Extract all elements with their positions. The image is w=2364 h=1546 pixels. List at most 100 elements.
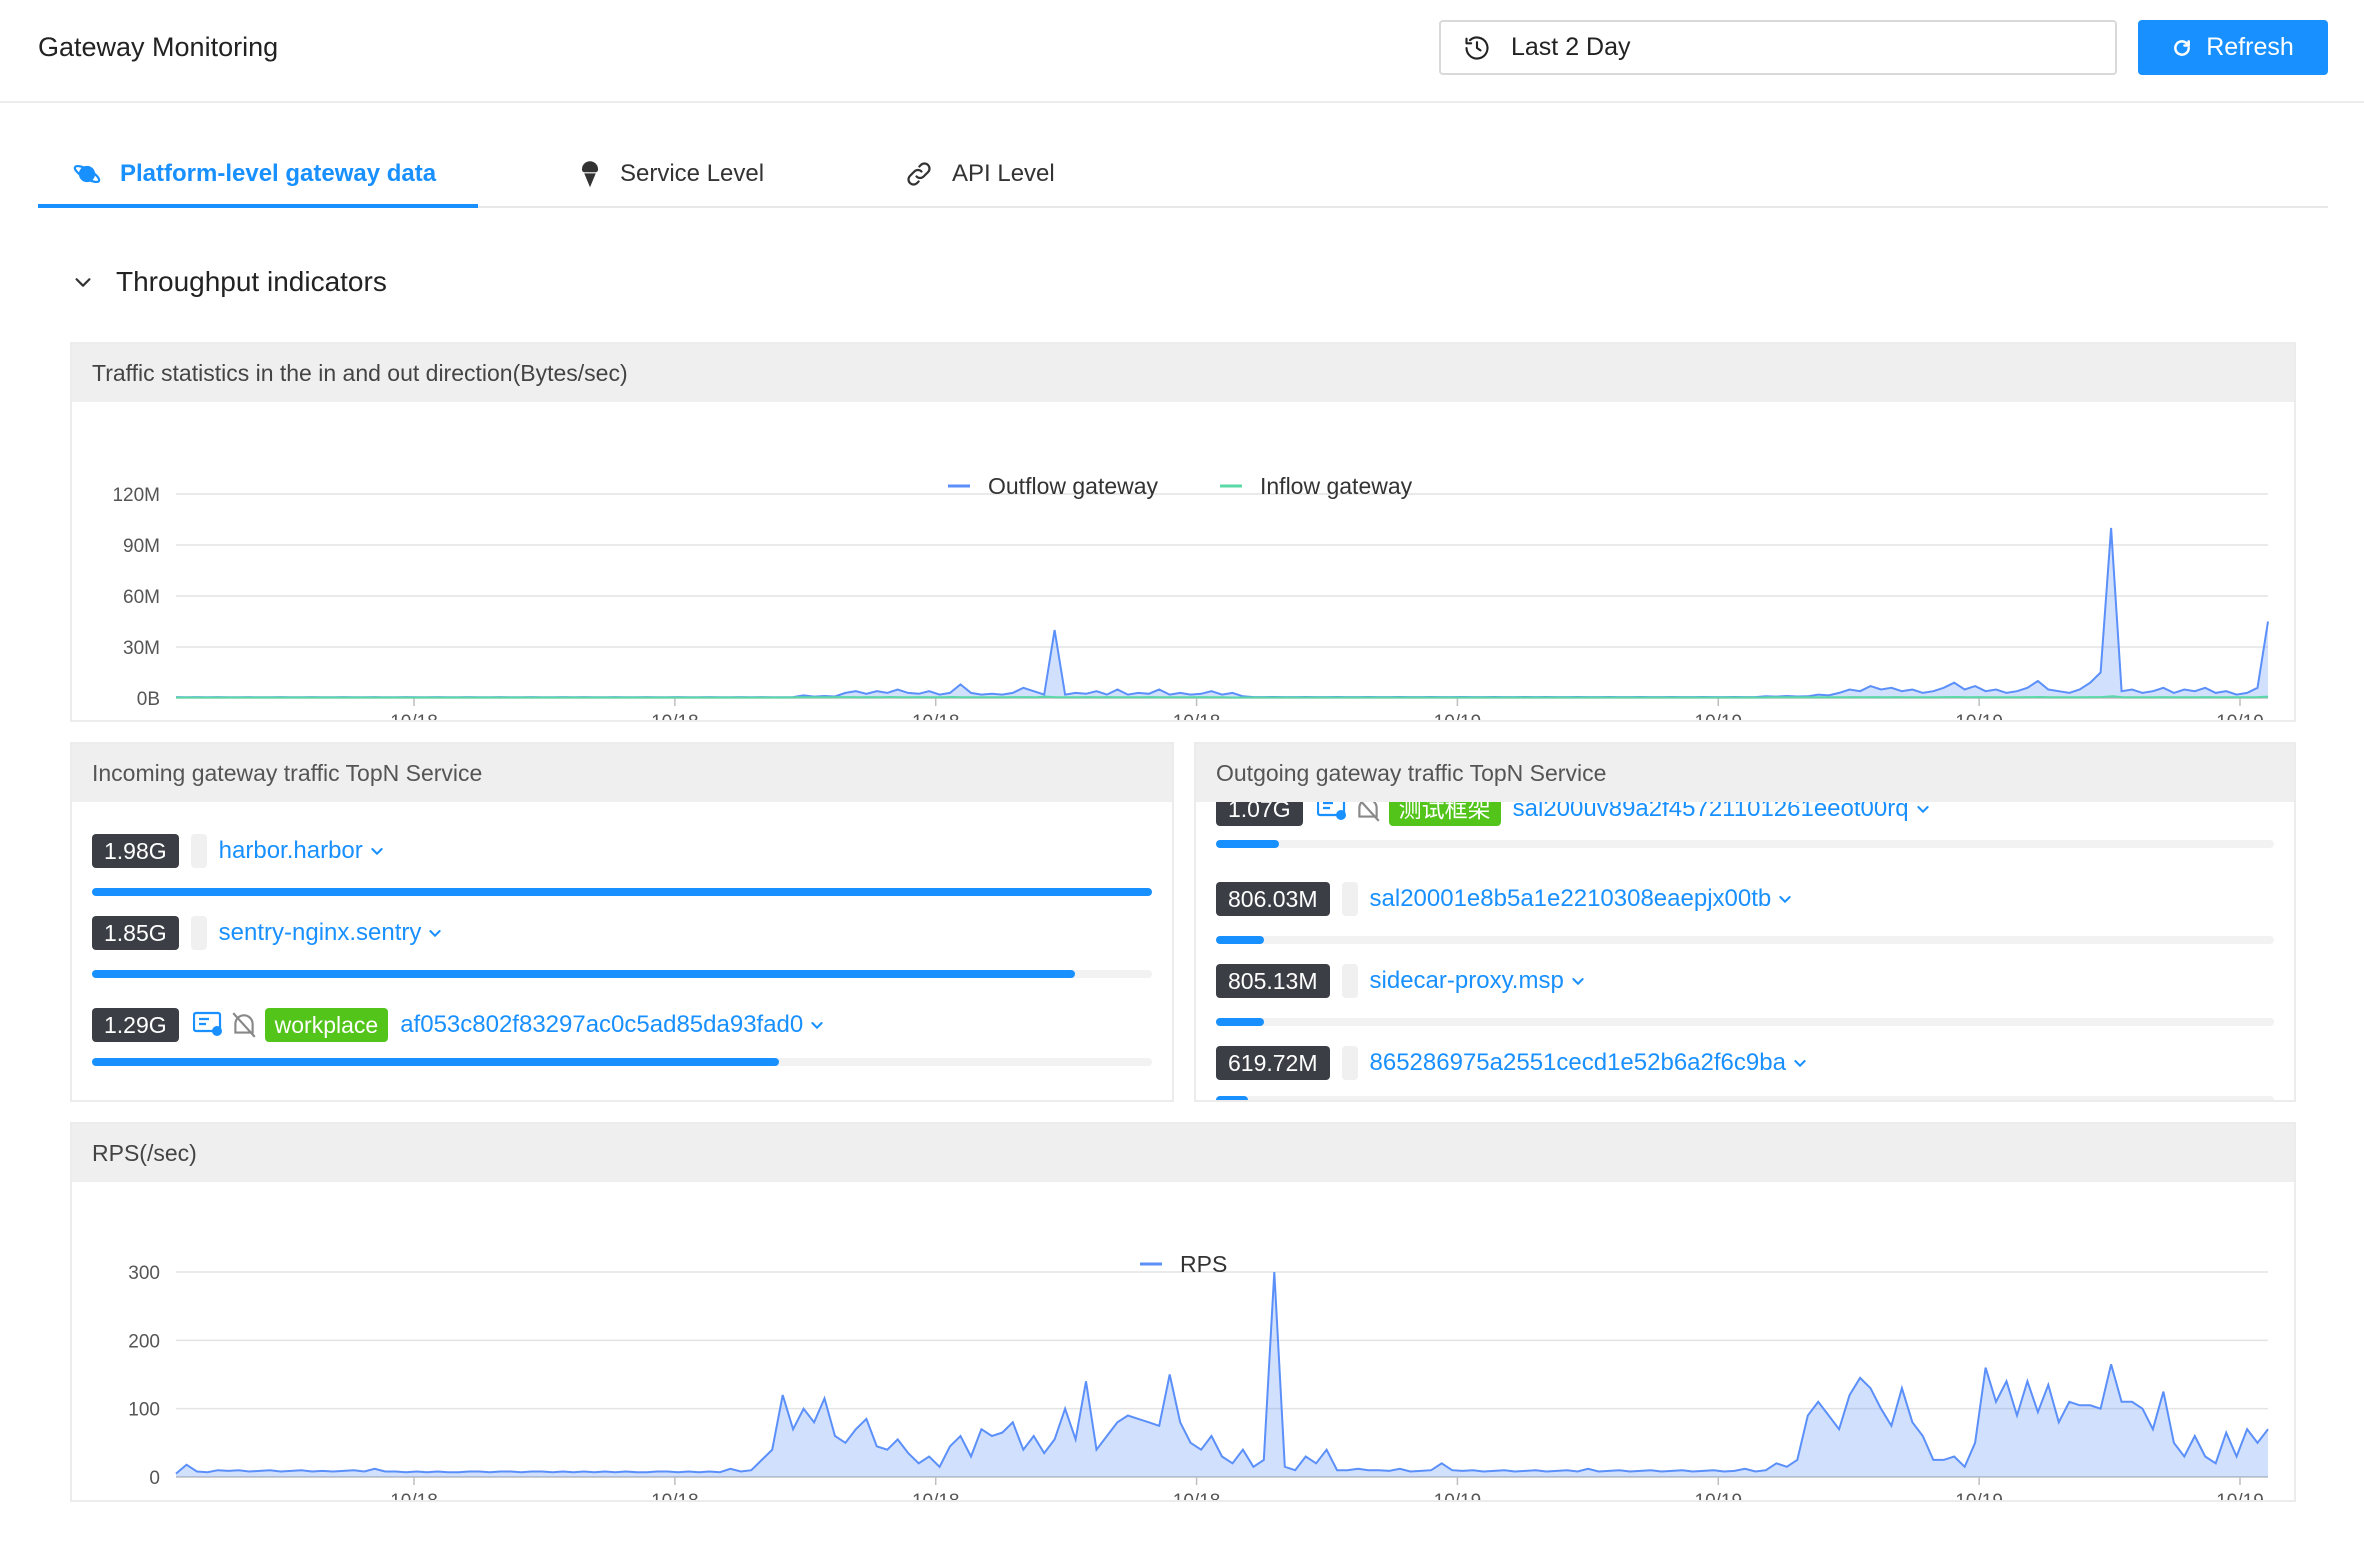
- service-name-link[interactable]: af053c802f83297ac0c5ad85da93fad0: [400, 1011, 803, 1039]
- outgoing-topn-list[interactable]: 1.07G 测试框架 sal200uv89a2f45721101261eeot0…: [1196, 802, 2294, 1100]
- x-tick-date: 10/19: [2216, 712, 2264, 722]
- traffic-bar-fill: [1216, 936, 1264, 944]
- x-tick-date: 10/19: [1955, 712, 2003, 722]
- traffic-bar-fill: [92, 970, 1075, 978]
- x-tick-date: 10/19: [1695, 1491, 1743, 1502]
- outgoing-panel-title: Outgoing gateway traffic TopN Service: [1196, 744, 2294, 802]
- chevron-down-icon[interactable]: [369, 843, 385, 859]
- incoming-topn-list: 1.98G harbor.harbor 1.85G sentry-nginx.s…: [72, 802, 1172, 1100]
- service-name-link[interactable]: sentry-nginx.sentry: [219, 919, 422, 947]
- rps-panel-title: RPS(/sec): [72, 1124, 2294, 1182]
- chevron-down-icon[interactable]: [1915, 802, 1931, 817]
- service-card-icon: [1316, 802, 1346, 820]
- x-tick-date: 10/18: [651, 1491, 699, 1502]
- x-tick-date: 10/18: [912, 712, 960, 722]
- chevron-down-icon: [75, 278, 91, 287]
- tab-service-level[interactable]: Service Level: [578, 140, 764, 208]
- outgoing-item-0: 1.07G 测试框架 sal200uv89a2f45721101261eeot0…: [1216, 802, 2274, 872]
- tab-api-level-label: API Level: [952, 160, 1055, 187]
- traffic-value-badge: 1.85G: [92, 916, 179, 950]
- traffic-value-badge: 1.29G: [92, 1008, 179, 1042]
- traffic-panel: Traffic statistics in the in and out dir…: [70, 342, 2296, 722]
- traffic-value-badge: 619.72M: [1216, 1046, 1330, 1080]
- outgoing-topn-panel: Outgoing gateway traffic TopN Service 1.…: [1194, 742, 2296, 1102]
- x-tick-date: 10/18: [1173, 712, 1221, 722]
- incoming-item-0: 1.98G harbor.harbor: [92, 832, 1152, 914]
- section-title: Throughput indicators: [116, 266, 387, 297]
- series-line: [175, 527, 2269, 699]
- refresh-icon: [2174, 39, 2191, 56]
- chevron-down-icon[interactable]: [1570, 973, 1586, 989]
- time-range-label: Last 2 Day: [1511, 33, 1631, 61]
- service-label-placeholder: [1341, 1046, 1358, 1080]
- traffic-bar-fill: [1216, 1096, 1248, 1100]
- service-name-link[interactable]: harbor.harbor: [219, 837, 363, 865]
- incoming-item-2-line: 1.29G workplace af053c802f83297ac0c5ad85…: [92, 1006, 825, 1044]
- traffic-chart-svg: 0B30M60M90M120M10/1802:0010/1808:0010/18…: [112, 473, 2269, 722]
- rps-chart: 010020030010/1802:0010/1808:0010/1814:00…: [72, 1182, 2294, 1502]
- outgoing-item-3-line: 619.72M 865286975a2551cecd1e52b6a2f6c9ba: [1216, 1044, 1808, 1082]
- traffic-panel-title: Traffic statistics in the in and out dir…: [72, 344, 2294, 402]
- service-label-placeholder: [190, 916, 207, 950]
- outgoing-item-3: 619.72M 865286975a2551cecd1e52b6a2f6c9ba: [1216, 1044, 2274, 1100]
- page-header: Gateway Monitoring Last 2 Day Refresh: [0, 0, 2364, 103]
- legend-label: Outflow gateway: [988, 473, 1159, 499]
- traffic-bar-track: [92, 970, 1152, 978]
- outgoing-item-0-line: 1.07G 测试框架 sal200uv89a2f45721101261eeot0…: [1216, 802, 1931, 828]
- level-tabs: Platform-level gateway data Service Leve…: [38, 140, 2328, 208]
- y-tick-label: 0: [149, 1468, 160, 1489]
- x-tick-date: 10/18: [1173, 1491, 1221, 1502]
- x-tick-date: 10/19: [1955, 1491, 2003, 1502]
- outgoing-item-1-line: 806.03M sal20001e8b5a1e2210308eaepjx00tb: [1216, 880, 1793, 918]
- incoming-item-0-line: 1.98G harbor.harbor: [92, 832, 385, 870]
- link-icon: [907, 162, 931, 186]
- traffic-value-badge: 805.13M: [1216, 964, 1330, 998]
- service-label-placeholder: [1341, 964, 1358, 998]
- service-name-link[interactable]: sal200uv89a2f45721101261eeot00rq: [1513, 802, 1909, 823]
- chevron-down-icon[interactable]: [1792, 1055, 1808, 1071]
- rps-panel: RPS(/sec) 010020030010/1802:0010/1808:00…: [70, 1122, 2296, 1502]
- traffic-bar-fill: [92, 888, 1152, 896]
- chevron-down-icon[interactable]: [1777, 891, 1793, 907]
- page-title: Gateway Monitoring: [38, 32, 279, 62]
- service-label-placeholder: [1341, 882, 1358, 916]
- y-tick-label: 300: [128, 1263, 160, 1284]
- incoming-item-1-line: 1.85G sentry-nginx.sentry: [92, 914, 443, 952]
- traffic-bar-track: [1216, 1096, 2274, 1100]
- service-label-placeholder: [190, 834, 207, 868]
- legend-label: RPS: [1180, 1251, 1227, 1277]
- throughput-section-toggle[interactable]: Throughput indicators: [72, 266, 387, 298]
- y-tick-label: 60M: [123, 587, 160, 608]
- rps-chart-svg: 010020030010/1802:0010/1808:0010/1814:00…: [128, 1251, 2269, 1502]
- ice-cream-icon: [581, 161, 599, 188]
- service-name-link[interactable]: sal20001e8b5a1e2210308eaepjx00tb: [1370, 885, 1772, 913]
- x-tick-date: 10/19: [2216, 1491, 2264, 1502]
- series-area: [176, 1272, 2268, 1477]
- tab-platform-level[interactable]: Platform-level gateway data: [72, 140, 436, 208]
- service-name-link[interactable]: 865286975a2551cecd1e52b6a2f6c9ba: [1370, 1049, 1786, 1077]
- traffic-bar-track: [92, 888, 1152, 896]
- tab-api-level[interactable]: API Level: [904, 140, 1055, 208]
- traffic-bar-fill: [1216, 1018, 1264, 1026]
- x-tick-date: 10/19: [1695, 712, 1743, 722]
- service-tag: 测试框架: [1388, 802, 1501, 826]
- incoming-item-1: 1.85G sentry-nginx.sentry: [92, 914, 1152, 996]
- traffic-bar-track: [1216, 936, 2274, 944]
- service-card-icon: [192, 1011, 222, 1036]
- outgoing-item-2: 805.13M sidecar-proxy.msp: [1216, 962, 2274, 1044]
- traffic-chart: 0B30M60M90M120M10/1802:0010/1808:0010/18…: [72, 402, 2294, 722]
- refresh-button[interactable]: Refresh: [2138, 20, 2328, 75]
- x-tick-date: 10/18: [912, 1491, 960, 1502]
- x-tick-date: 10/18: [651, 712, 699, 722]
- service-name-link[interactable]: sidecar-proxy.msp: [1370, 967, 1564, 995]
- outgoing-item-1: 806.03M sal20001e8b5a1e2210308eaepjx00tb: [1216, 880, 2274, 962]
- time-range-picker[interactable]: Last 2 Day: [1439, 20, 2117, 75]
- incoming-item-2: 1.29G workplace af053c802f83297ac0c5ad85…: [92, 1006, 1152, 1088]
- x-tick-date: 10/19: [1434, 712, 1482, 722]
- y-tick-label: 120M: [112, 485, 160, 506]
- chevron-down-icon[interactable]: [809, 1017, 825, 1033]
- traffic-value-badge: 1.98G: [92, 834, 179, 868]
- chevron-down-icon[interactable]: [427, 925, 443, 941]
- history-icon: [1465, 35, 1489, 60]
- visibility-off-icon: [1357, 802, 1380, 822]
